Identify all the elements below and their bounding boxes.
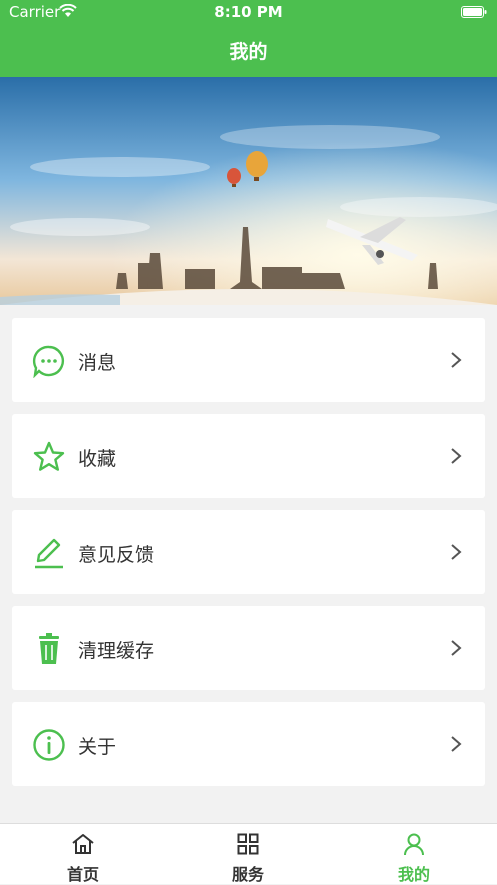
tab-label: 服务 <box>231 865 264 884</box>
chevron-right-icon <box>451 544 462 560</box>
chevron-right-icon <box>451 352 462 368</box>
menu-item-favorites[interactable]: 收藏 <box>12 414 485 498</box>
trash-icon <box>39 633 59 664</box>
tab-label: 我的 <box>397 865 430 884</box>
tab-label: 首页 <box>66 865 99 884</box>
banner-image <box>0 77 497 305</box>
menu-item-label: 清理缓存 <box>78 640 155 662</box>
menu-item-label: 意见反馈 <box>78 544 155 566</box>
app-header: Carrier 8:10 PM 我的 <box>0 0 497 77</box>
menu-item-about[interactable]: 关于 <box>12 702 485 786</box>
info-icon <box>33 729 65 761</box>
message-icon <box>32 345 64 378</box>
chevron-right-icon <box>451 640 462 656</box>
tab-bar: 首页 服务 我的 <box>0 823 497 884</box>
tab-services[interactable]: 服务 <box>165 824 331 884</box>
star-icon <box>33 441 65 471</box>
battery-icon <box>461 6 487 18</box>
home-icon <box>72 834 94 854</box>
tab-home[interactable]: 首页 <box>0 824 166 884</box>
menu-item-label: 收藏 <box>78 448 117 470</box>
menu-item-clear-cache[interactable]: 清理缓存 <box>12 606 485 690</box>
page-title: 我的 <box>229 41 268 63</box>
user-icon <box>404 833 424 856</box>
menu-item-feedback[interactable]: 意见反馈 <box>12 510 485 594</box>
status-bar: Carrier 8:10 PM <box>0 0 497 26</box>
chevron-right-icon <box>451 736 462 752</box>
chevron-right-icon <box>451 448 462 464</box>
grid-icon <box>237 833 259 855</box>
menu-item-messages[interactable]: 消息 <box>12 318 485 402</box>
tab-mine[interactable]: 我的 <box>331 824 497 884</box>
menu-item-label: 消息 <box>78 352 117 374</box>
menu-item-label: 关于 <box>78 736 117 758</box>
edit-icon <box>35 538 63 569</box>
clock: 8:10 PM <box>214 3 283 21</box>
